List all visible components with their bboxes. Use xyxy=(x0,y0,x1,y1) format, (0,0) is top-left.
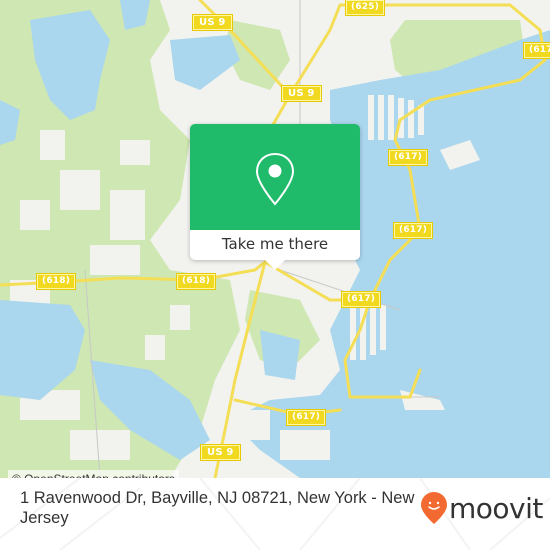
moovit-logo[interactable]: moovit xyxy=(420,490,543,526)
road-label-617: (617) xyxy=(287,410,326,425)
road-label-625: (625) xyxy=(346,0,385,15)
road-label-617: (617) xyxy=(342,292,381,307)
map-attribution[interactable]: © OpenStreetMap contributors xyxy=(8,470,179,478)
road-label-617: (617) xyxy=(389,150,428,165)
road-label-617: (617) xyxy=(394,223,433,238)
popup-header[interactable] xyxy=(190,124,360,230)
road-label-618: (618) xyxy=(37,274,76,289)
take-me-there-button[interactable]: Take me there xyxy=(190,230,360,260)
map-view[interactable]: US 9 (625) (617) US 9 (617) (617) (618) … xyxy=(0,0,550,478)
moovit-smiley-pin-icon xyxy=(421,492,447,524)
map-pin-icon xyxy=(255,152,295,206)
footer: 1 Ravenwood Dr, Bayville, NJ 08721, New … xyxy=(0,478,550,550)
road-label-us9: US 9 xyxy=(201,445,240,460)
popup-pointer xyxy=(265,260,285,270)
address-text: 1 Ravenwood Dr, Bayville, NJ 08721, New … xyxy=(20,489,415,527)
road-label-617: (617) xyxy=(524,43,550,58)
road-label-us9: US 9 xyxy=(282,86,321,101)
brand-name: moovit xyxy=(449,491,543,525)
road-label-us9: US 9 xyxy=(193,15,232,30)
road-label-618: (618) xyxy=(177,274,216,289)
location-popup: Take me there xyxy=(190,124,360,270)
